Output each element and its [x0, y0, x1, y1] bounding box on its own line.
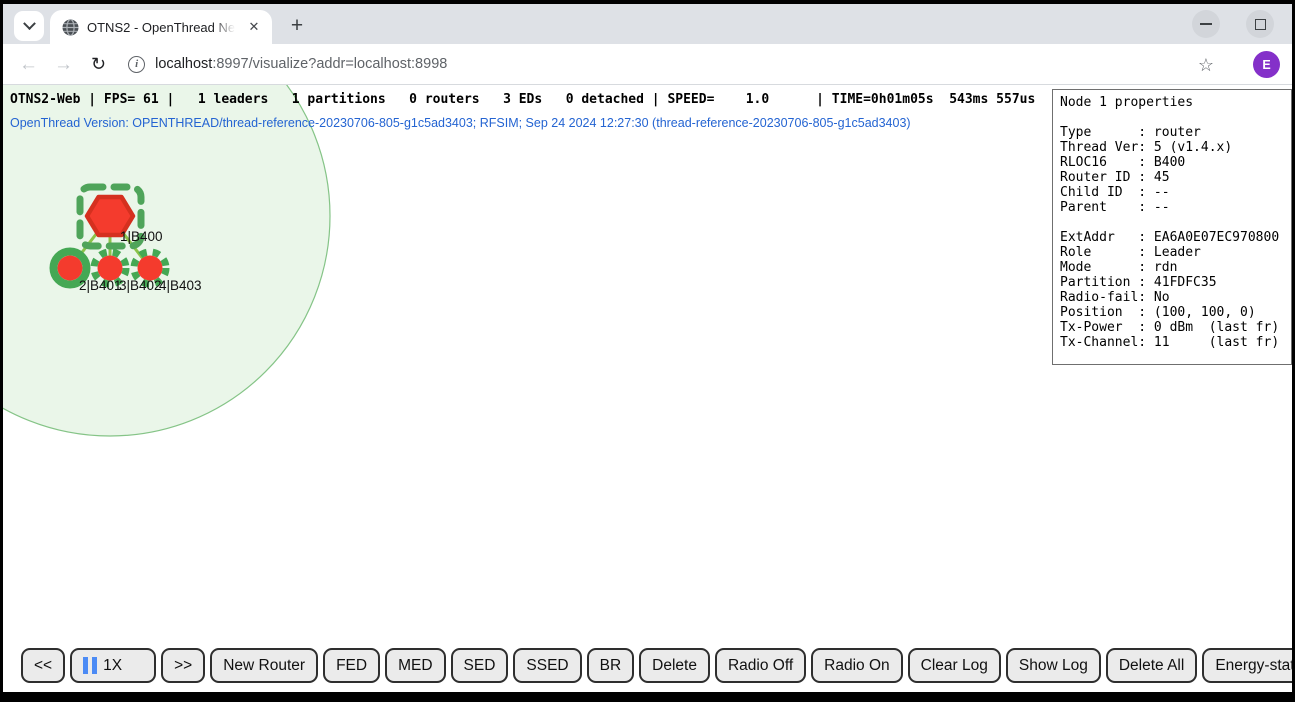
minimize-icon	[1200, 23, 1212, 25]
panel-row-txpower: Tx-Power : 0 dBm (last fr)	[1060, 320, 1284, 335]
chevron-down-icon	[23, 17, 36, 30]
br-button[interactable]: BR	[587, 648, 635, 683]
node-2-label: 2|B401	[79, 278, 122, 293]
sed-button[interactable]: SED	[451, 648, 509, 683]
profile-avatar[interactable]: E	[1253, 51, 1280, 78]
simulation-controls: << 1X >> New Router FED MED SED SSED BR …	[21, 648, 1292, 683]
panel-title: Node 1 properties	[1060, 95, 1284, 110]
tab-close-icon[interactable]: ✕	[244, 17, 264, 37]
reload-icon[interactable]: ↻	[91, 55, 106, 73]
window-controls	[1192, 10, 1274, 38]
panel-row-rloc16: RLOC16 : B400	[1060, 155, 1284, 170]
url-host: localhost	[155, 56, 212, 72]
panel-blank	[1060, 110, 1284, 125]
minimize-button[interactable]	[1192, 10, 1220, 38]
openthread-version-line: OpenThread Version: OPENTHREAD/thread-re…	[10, 116, 911, 130]
clear-log-button[interactable]: Clear Log	[908, 648, 1001, 683]
new-tab-button[interactable]: +	[284, 13, 310, 39]
speed-down-button[interactable]: <<	[21, 648, 65, 683]
panel-row-position: Position : (100, 100, 0)	[1060, 305, 1284, 320]
bookmark-star-icon[interactable]: ☆	[1198, 55, 1214, 76]
node-4-label: 4|B403	[159, 278, 202, 293]
simulation-status-bar: OTNS2-Web | FPS= 61 | 1 leaders 1 partit…	[10, 92, 1035, 107]
node-3-circle[interactable]	[98, 256, 123, 281]
panel-row-extaddr: ExtAddr : EA6A0E07EC970800	[1060, 230, 1284, 245]
fed-button[interactable]: FED	[323, 648, 380, 683]
forward-icon[interactable]: →	[54, 55, 73, 74]
tab-strip: OTNS2 - OpenThread Ne ✕ +	[3, 4, 1292, 44]
pause-speed-button[interactable]: 1X	[70, 648, 156, 683]
ssed-button[interactable]: SSED	[513, 648, 581, 683]
pause-icon	[83, 657, 97, 674]
panel-row-txchannel: Tx-Channel: 11 (last fr)	[1060, 335, 1284, 350]
url-toolbar: ← → ↻ i localhost:8997/visualize?addr=lo…	[3, 44, 1292, 85]
energy-stats-button[interactable]: Energy-stats ↗	[1202, 648, 1292, 683]
maximize-button[interactable]	[1246, 10, 1274, 38]
new-router-button[interactable]: New Router	[210, 648, 318, 683]
delete-all-button[interactable]: Delete All	[1106, 648, 1197, 683]
back-icon[interactable]: ←	[19, 55, 38, 74]
node-properties-panel: Node 1 properties Type : router Thread V…	[1052, 89, 1292, 365]
delete-button[interactable]: Delete	[639, 648, 710, 683]
panel-row-type: Type : router	[1060, 125, 1284, 140]
med-button[interactable]: MED	[385, 648, 445, 683]
panel-row-childid: Child ID : --	[1060, 185, 1284, 200]
node-1-label: 1|B400	[120, 229, 163, 244]
page-info-icon[interactable]: i	[128, 56, 145, 73]
browser-window: OTNS2 - OpenThread Ne ✕ + ← → ↻ i localh…	[3, 4, 1292, 692]
show-log-button[interactable]: Show Log	[1006, 648, 1101, 683]
tab-title: OTNS2 - OpenThread Ne	[87, 20, 235, 35]
speed-up-button[interactable]: >>	[161, 648, 205, 683]
maximize-icon	[1255, 19, 1266, 30]
panel-row-radiofail: Radio-fail: No	[1060, 290, 1284, 305]
node-4-circle[interactable]	[138, 256, 163, 281]
panel-row-role: Role : Leader	[1060, 245, 1284, 260]
panel-row-threadver: Thread Ver: 5 (v1.4.x)	[1060, 140, 1284, 155]
otns-visualizer-page: 1|B400 2|B401 3|B402 4|B403 OTNS2-Web | …	[3, 85, 1292, 691]
address-bar[interactable]: localhost:8997/visualize?addr=localhost:…	[155, 56, 447, 72]
panel-row-parent: Parent : --	[1060, 200, 1284, 215]
network-canvas[interactable]: 1|B400 2|B401 3|B402 4|B403	[3, 85, 1048, 691]
node-2-circle[interactable]	[58, 256, 83, 281]
panel-row-mode: Mode : rdn	[1060, 260, 1284, 275]
radio-on-button[interactable]: Radio On	[811, 648, 902, 683]
node-3-label: 3|B402	[119, 278, 162, 293]
tab-search-button[interactable]	[14, 11, 44, 41]
panel-blank	[1060, 215, 1284, 230]
radio-off-button[interactable]: Radio Off	[715, 648, 806, 683]
globe-favicon-icon	[62, 19, 79, 36]
tab-otns2[interactable]: OTNS2 - OpenThread Ne ✕	[50, 10, 272, 44]
panel-row-routerid: Router ID : 45	[1060, 170, 1284, 185]
panel-row-partition: Partition : 41FDFC35	[1060, 275, 1284, 290]
url-path: :8997/visualize?addr=localhost:8998	[212, 56, 447, 72]
speed-label: 1X	[103, 657, 122, 675]
